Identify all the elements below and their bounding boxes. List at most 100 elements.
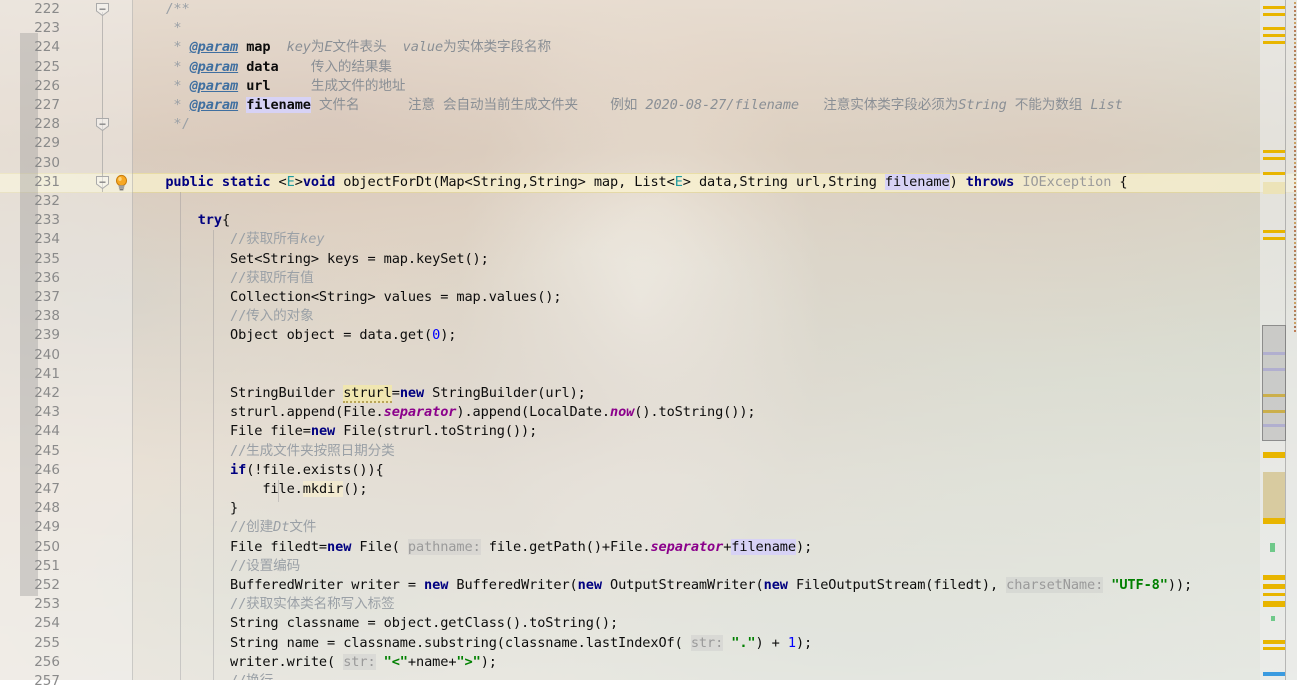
minimap-line (1294, 306, 1296, 308)
stripe-marker-link[interactable] (1263, 672, 1285, 676)
stripe-marker-warning[interactable] (1263, 593, 1285, 596)
minimap-line (1294, 58, 1296, 60)
minimap-line (1294, 142, 1296, 144)
stripe-marker-warning[interactable] (1263, 157, 1285, 160)
minimap-line (1294, 214, 1296, 216)
minimap-line (1294, 174, 1296, 176)
stripe-marker-warning[interactable] (1263, 601, 1285, 607)
code-line[interactable]: String name = classname.substring(classn… (133, 634, 812, 653)
minimap-line (1294, 302, 1296, 304)
minimap-line (1294, 178, 1296, 180)
stripe-marker-ok[interactable] (1270, 543, 1275, 552)
vertical-scrollbar-left[interactable] (20, 0, 38, 680)
code-line[interactable]: try{ (133, 211, 230, 230)
code-line[interactable]: //获取实体类名称写入标签 (133, 595, 395, 614)
minimap-line (1294, 22, 1296, 24)
indent-guide (180, 192, 181, 680)
code-line[interactable]: * @param filename 文件名 注意 会自动当前生成文件夹 例如 2… (133, 96, 1123, 115)
code-line[interactable]: Collection<String> values = map.values()… (133, 288, 562, 307)
minimap-line (1294, 18, 1296, 20)
minimap-line (1294, 190, 1296, 192)
code-editor-surface[interactable]: /** * * @param map key为E文件表头 value为实体类字段… (133, 0, 1260, 680)
fold-marker-minus-icon[interactable] (95, 117, 110, 132)
code-line[interactable]: //传入的对象 (133, 307, 314, 326)
minimap-line (1294, 14, 1296, 16)
minimap-line (1294, 210, 1296, 212)
code-line[interactable]: //设置编码 (133, 557, 300, 576)
code-line[interactable]: //创建Dt文件 (133, 518, 316, 537)
scrollbar-thumb-right[interactable] (1262, 325, 1286, 441)
code-line[interactable]: Object object = data.get(0); (133, 326, 456, 345)
code-line[interactable]: BufferedWriter writer = new BufferedWrit… (133, 576, 1192, 595)
minimap-line (1294, 202, 1296, 204)
code-line[interactable]: Set<String> keys = map.keySet(); (133, 250, 489, 269)
lightbulb-icon[interactable] (113, 174, 130, 191)
minimap-line (1294, 310, 1296, 312)
stripe-marker-warning[interactable] (1263, 640, 1285, 644)
stripe-marker-warning[interactable] (1263, 575, 1285, 580)
code-line[interactable]: //获取所有key (133, 230, 325, 249)
stripe-marker-ok[interactable] (1271, 616, 1275, 621)
code-line[interactable]: StringBuilder strurl=new StringBuilder(u… (133, 384, 586, 403)
fold-marker-minus-icon[interactable] (95, 175, 110, 190)
minimap-line (1294, 102, 1296, 104)
code-line[interactable]: * (133, 19, 181, 38)
code-line[interactable]: */ (133, 115, 189, 134)
minimap-line (1294, 94, 1296, 96)
minimap-line (1294, 158, 1296, 160)
minimap-line (1294, 182, 1296, 184)
code-line[interactable]: String classname = object.getClass().toS… (133, 614, 618, 633)
stripe-marker-warning[interactable] (1263, 41, 1285, 44)
gutter-divider (132, 0, 133, 680)
minimap-line (1294, 62, 1296, 64)
code-line[interactable]: writer.write( str: "<"+name+">"); (133, 653, 497, 672)
minimap-line (1294, 286, 1296, 288)
stripe-marker-warning[interactable] (1263, 518, 1285, 524)
minimap-line (1294, 134, 1296, 136)
minimap-line (1294, 10, 1296, 12)
stripe-marker-warning[interactable] (1263, 150, 1285, 153)
scrollbar-thumb-left[interactable] (20, 33, 38, 596)
minimap-line (1294, 70, 1296, 72)
stripe-marker-warning[interactable] (1263, 452, 1285, 458)
code-line[interactable]: if(!file.exists()){ (133, 461, 384, 480)
code-line[interactable]: /** (133, 0, 189, 19)
minimap-line (1294, 2, 1296, 4)
minimap-line (1294, 194, 1296, 196)
code-line[interactable]: File filedt=new File( pathname: file.get… (133, 538, 812, 557)
stripe-marker-warning[interactable] (1263, 27, 1285, 30)
minimap-line (1294, 254, 1296, 256)
code-line[interactable]: * @param data 传入的结果集 (133, 58, 392, 77)
code-line[interactable]: //换行 (133, 672, 273, 680)
code-line[interactable]: //获取所有值 (133, 269, 314, 288)
code-line[interactable]: file.mkdir(); (133, 480, 368, 499)
minimap-line (1294, 322, 1296, 324)
minimap-line (1294, 114, 1296, 116)
code-line[interactable]: File file=new File(strurl.toString()); (133, 422, 537, 441)
minimap-line (1294, 278, 1296, 280)
minimap-line (1294, 250, 1296, 252)
code-line[interactable]: //生成文件夹按照日期分类 (133, 442, 395, 461)
code-minimap[interactable] (1287, 0, 1297, 680)
minimap-line (1294, 262, 1296, 264)
minimap-line (1294, 258, 1296, 260)
stripe-marker-warning[interactable] (1263, 584, 1285, 589)
minimap-line (1294, 246, 1296, 248)
stripe-marker-search[interactable] (1263, 472, 1285, 522)
stripe-marker-warning[interactable] (1263, 34, 1285, 37)
stripe-marker-warning[interactable] (1263, 230, 1285, 233)
stripe-marker-warning[interactable] (1263, 237, 1285, 240)
code-line[interactable]: strurl.append(File.separator).append(Loc… (133, 403, 756, 422)
stripe-marker-warning[interactable] (1263, 13, 1285, 16)
code-line-signature[interactable]: public static <E>void objectForDt(Map<St… (133, 173, 1128, 192)
minimap-line (1294, 186, 1296, 188)
code-line[interactable]: * @param map key为E文件表头 value为实体类字段名称 (133, 38, 551, 57)
code-line[interactable]: } (133, 499, 238, 518)
minimap-line (1294, 26, 1296, 28)
stripe-marker-warning[interactable] (1263, 172, 1285, 175)
stripe-marker-search[interactable] (1263, 182, 1285, 194)
fold-marker-minus-icon[interactable] (95, 2, 110, 17)
stripe-marker-warning[interactable] (1263, 647, 1285, 650)
code-line[interactable]: * @param url 生成文件的地址 (133, 77, 405, 96)
stripe-marker-warning[interactable] (1263, 6, 1285, 9)
